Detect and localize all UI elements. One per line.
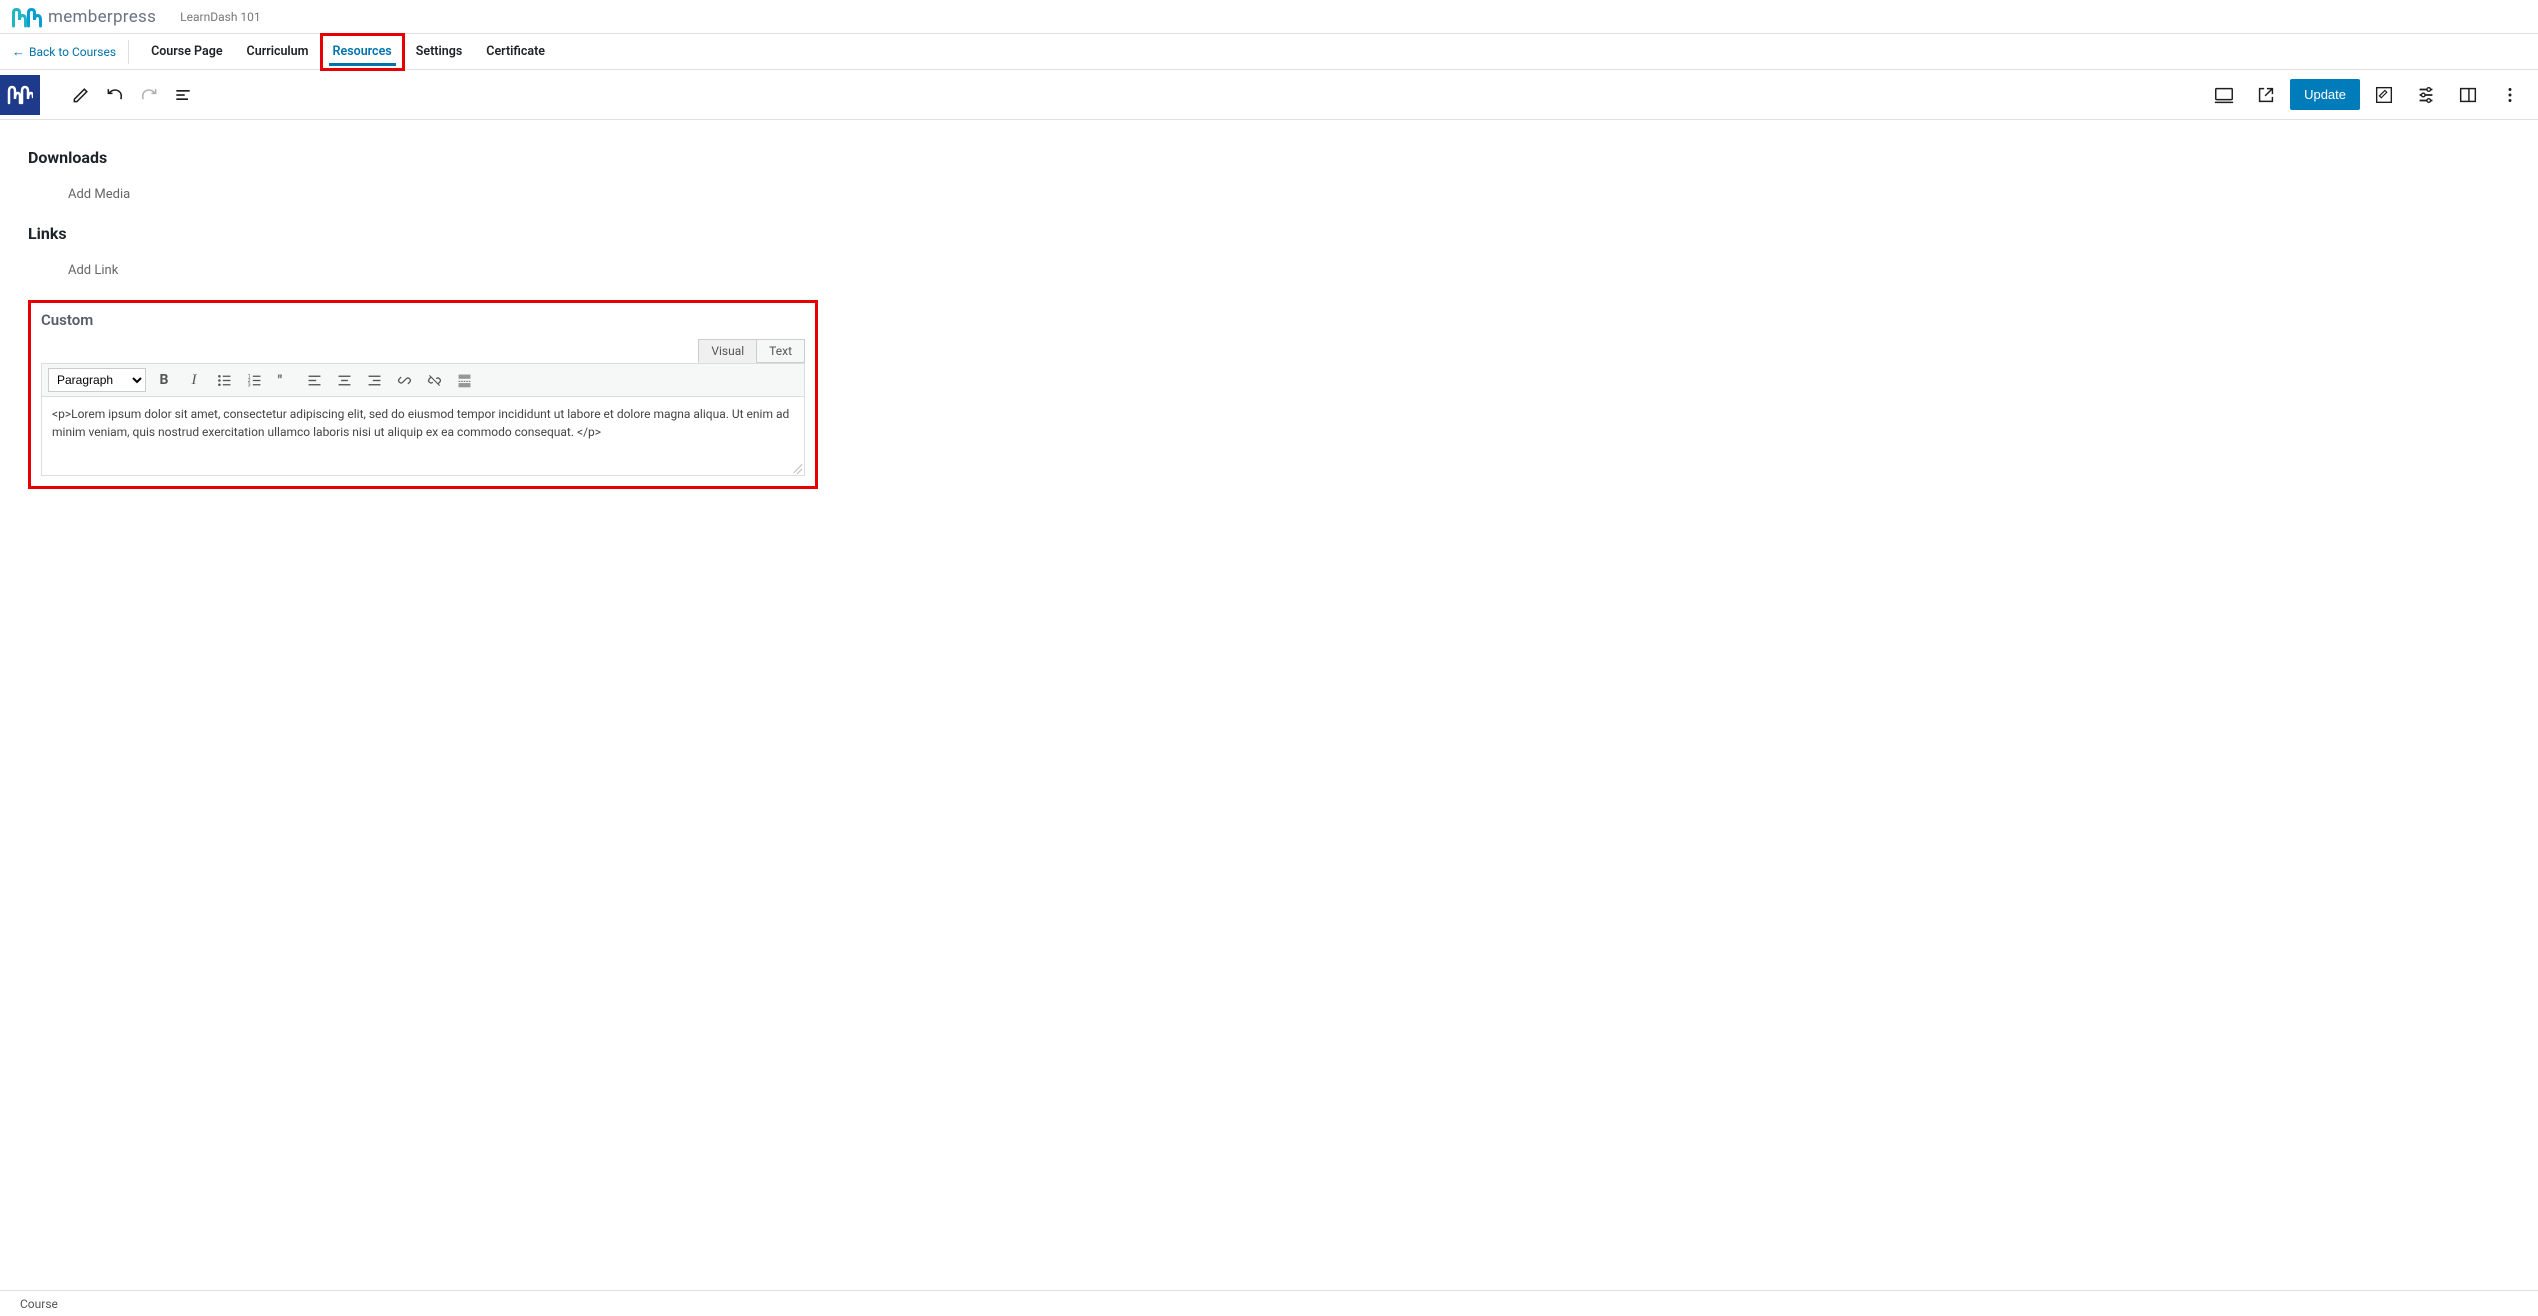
edit-post-icon[interactable] bbox=[2366, 77, 2402, 113]
custom-editor-block: Custom Visual Text Paragraph B I 123 " bbox=[28, 300, 818, 489]
tab-course-page[interactable]: Course Page bbox=[139, 34, 234, 70]
brand-text: memberpress bbox=[48, 7, 156, 27]
italic-icon[interactable]: I bbox=[182, 368, 206, 392]
tab-curriculum[interactable]: Curriculum bbox=[235, 34, 321, 70]
nav-separator bbox=[128, 40, 129, 64]
more-options-icon[interactable] bbox=[2492, 77, 2528, 113]
blockquote-icon[interactable]: " bbox=[272, 368, 296, 392]
back-label: Back to Courses bbox=[29, 45, 116, 59]
arrow-left-icon: ← bbox=[12, 44, 25, 60]
tab-settings[interactable]: Settings bbox=[404, 34, 475, 70]
align-center-icon[interactable] bbox=[332, 368, 356, 392]
view-desktop-icon[interactable] bbox=[2206, 77, 2242, 113]
custom-heading: Custom bbox=[41, 311, 805, 329]
editor-text: <p>Lorem ipsum dolor sit amet, consectet… bbox=[52, 407, 789, 439]
editor-toolbar-row: Update bbox=[0, 70, 2538, 120]
sidebar-toggle-icon[interactable] bbox=[2450, 77, 2486, 113]
brand-logo[interactable]: memberpress bbox=[12, 4, 156, 30]
svg-text:": " bbox=[277, 372, 281, 388]
block-settings-icon[interactable] bbox=[2408, 77, 2444, 113]
read-more-icon[interactable] bbox=[452, 368, 476, 392]
links-heading: Links bbox=[28, 224, 2510, 243]
memberpress-logo-icon bbox=[12, 4, 42, 30]
memberpress-square-icon[interactable] bbox=[0, 75, 40, 115]
tab-certificate[interactable]: Certificate bbox=[474, 34, 557, 70]
editor-textarea[interactable]: <p>Lorem ipsum dolor sit amet, consectet… bbox=[41, 397, 805, 476]
bullet-list-icon[interactable] bbox=[212, 368, 236, 392]
tab-resources[interactable]: Resources bbox=[321, 34, 404, 70]
content-area: Downloads Add Media Links Add Link Custo… bbox=[0, 120, 2538, 549]
toolbar-left bbox=[10, 75, 200, 115]
tinymce-toolbar: Paragraph B I 123 " bbox=[41, 363, 805, 397]
editor-mode-tabs: Visual Text bbox=[41, 339, 805, 363]
footer-text: Course bbox=[20, 1297, 58, 1311]
paragraph-select[interactable]: Paragraph bbox=[48, 368, 146, 392]
align-left-icon[interactable] bbox=[302, 368, 326, 392]
back-to-courses-link[interactable]: ← Back to Courses bbox=[6, 44, 122, 60]
bold-icon[interactable]: B bbox=[152, 368, 176, 392]
visual-tab[interactable]: Visual bbox=[698, 339, 757, 363]
edit-tool-icon[interactable] bbox=[64, 78, 98, 112]
nav-tabs: Course Page Curriculum Resources Setting… bbox=[139, 34, 557, 70]
align-right-icon[interactable] bbox=[362, 368, 386, 392]
add-media-button[interactable]: Add Media bbox=[68, 187, 2510, 202]
add-link-button[interactable]: Add Link bbox=[68, 263, 2510, 278]
top-header: memberpress LearnDash 101 bbox=[0, 0, 2538, 34]
text-tab[interactable]: Text bbox=[757, 339, 805, 363]
downloads-heading: Downloads bbox=[28, 148, 2510, 167]
remove-link-icon[interactable] bbox=[422, 368, 446, 392]
undo-icon[interactable] bbox=[98, 78, 132, 112]
update-button[interactable]: Update bbox=[2290, 79, 2360, 110]
toolbar-right: Update bbox=[2206, 77, 2528, 113]
numbered-list-icon[interactable]: 123 bbox=[242, 368, 266, 392]
resize-handle-icon[interactable] bbox=[790, 461, 802, 473]
document-outline-icon[interactable] bbox=[166, 78, 200, 112]
footer-bar: Course bbox=[0, 1290, 2538, 1316]
redo-icon[interactable] bbox=[132, 78, 166, 112]
external-link-icon[interactable] bbox=[2248, 77, 2284, 113]
svg-text:3: 3 bbox=[247, 382, 250, 388]
course-nav: ← Back to Courses Course Page Curriculum… bbox=[0, 34, 2538, 70]
breadcrumb-title: LearnDash 101 bbox=[180, 10, 260, 24]
insert-link-icon[interactable] bbox=[392, 368, 416, 392]
